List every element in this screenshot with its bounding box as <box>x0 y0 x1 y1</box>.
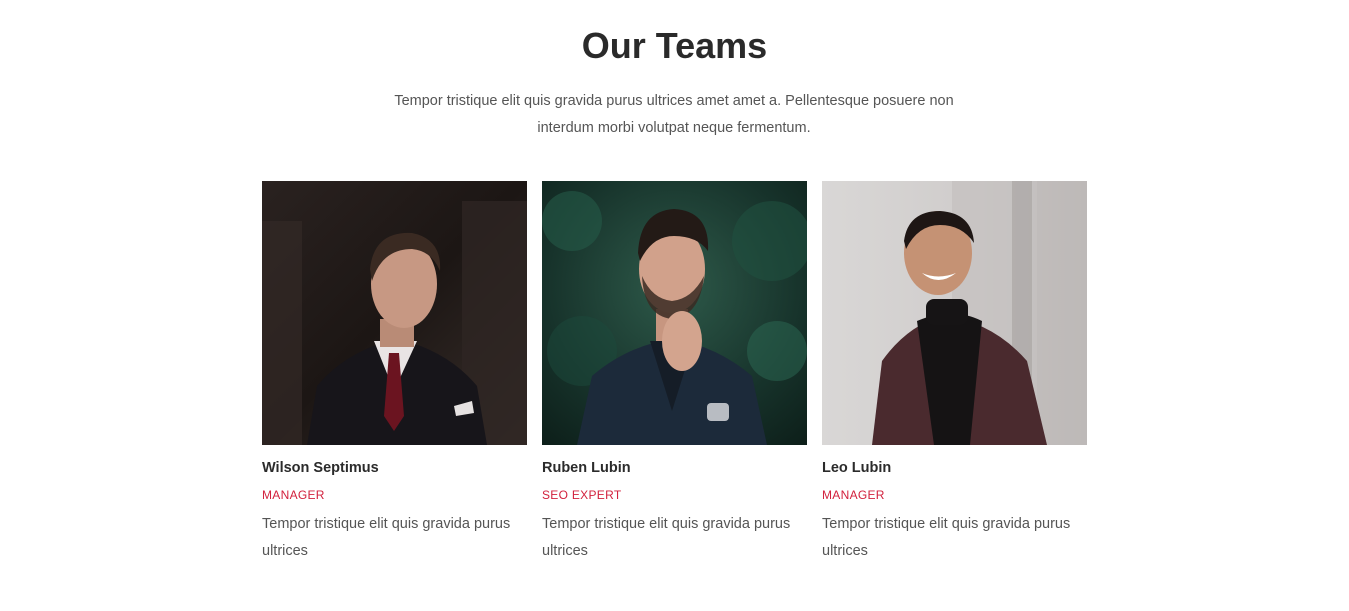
team-photo-ruben <box>542 181 807 445</box>
member-description: Tempor tristique elit quis gravida purus… <box>542 516 791 559</box>
team-card-ruben: Ruben Lubin SEO EXPERT Tempor tristique … <box>542 181 807 565</box>
member-description: Tempor tristique elit quis gravida purus… <box>262 516 511 559</box>
teams-section: Our Teams Tempor tristique elit quis gra… <box>0 0 1349 611</box>
team-card-wilson: Wilson Septimus MANAGER Tempor tristique… <box>262 181 527 565</box>
member-description: Tempor tristique elit quis gravida purus… <box>822 516 1071 559</box>
member-name: Ruben Lubin <box>542 460 631 476</box>
member-role: SEO EXPERT <box>542 488 622 502</box>
portrait-image <box>262 181 527 445</box>
member-name: Wilson Septimus <box>262 460 379 476</box>
section-subtitle: Tempor tristique elit quis gravida purus… <box>394 93 954 136</box>
member-role: MANAGER <box>822 488 885 502</box>
section-title: Our Teams <box>581 25 768 66</box>
team-photo-leo <box>822 181 1087 445</box>
portrait-image <box>822 181 1087 445</box>
team-card-leo: Leo Lubin MANAGER Tempor tristique elit … <box>822 181 1087 565</box>
portrait-image <box>542 181 807 445</box>
member-name: Leo Lubin <box>822 460 892 476</box>
team-grid: Wilson Septimus MANAGER Tempor tristique… <box>262 181 1087 565</box>
team-photo-wilson <box>262 181 527 445</box>
member-role: MANAGER <box>262 488 325 502</box>
